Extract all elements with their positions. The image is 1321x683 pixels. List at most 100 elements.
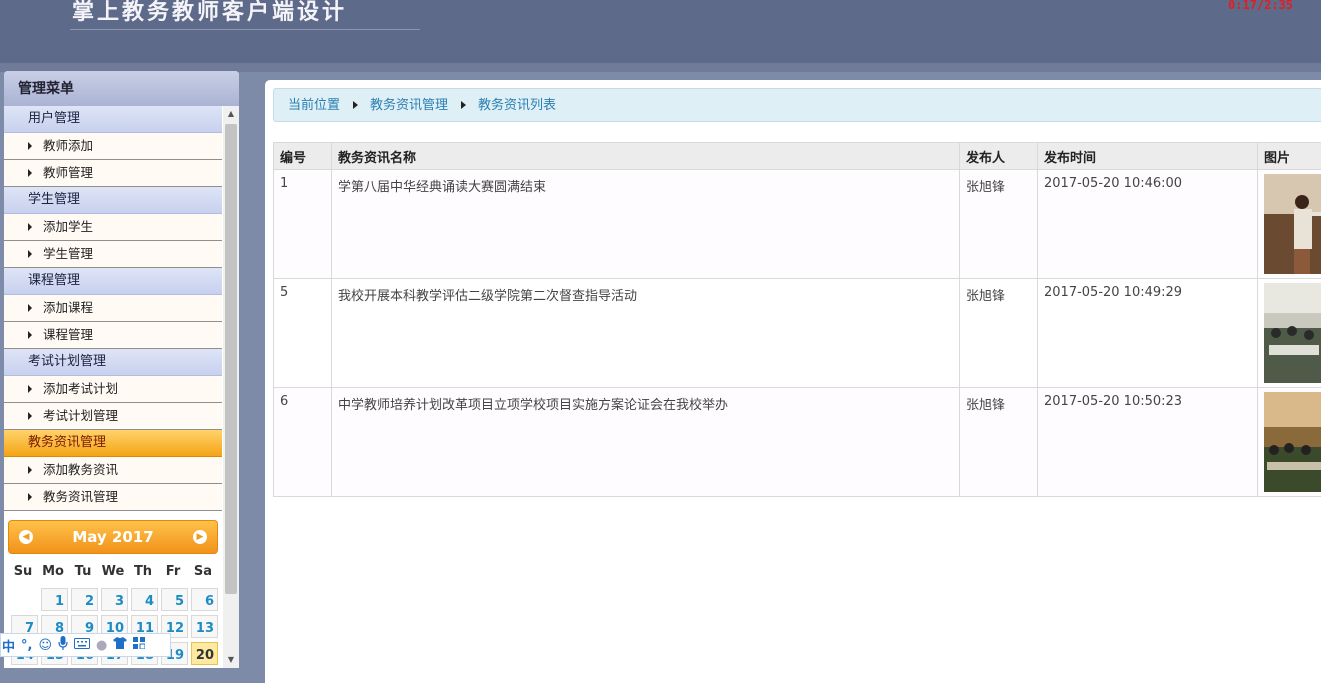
menu-item-add-student[interactable]: 添加学生 [4,214,222,241]
scroll-thumb[interactable] [225,124,237,594]
weekday-label: Sa [193,564,213,579]
calendar-day[interactable]: 3 [101,588,128,611]
menu-item-manage-news[interactable]: 教务资讯管理 [4,484,222,511]
table-row[interactable]: 6 中学教师培养计划改革项目立项学校项目实施方案论证会在我校举办 张旭锋 201… [273,387,1321,497]
menu-group-student[interactable]: 学生管理 [4,187,222,214]
menu-group-user[interactable]: 用户管理 [4,106,222,133]
menu-group-news[interactable]: 教务资讯管理 [4,430,222,457]
weekday-label: Fr [165,564,181,579]
sidebar: 管理菜单 用户管理 教师添加 教师管理 学生管理 添加学生 学生管理 课程管理 … [4,71,239,668]
col-header-id: 编号 [273,142,332,170]
triangle-right-icon [28,330,32,339]
cell-author: 张旭锋 [959,387,1038,497]
ime-punct-toggle[interactable]: °, [21,638,32,653]
breadcrumb-news-list[interactable]: 教务资讯列表 [478,98,556,113]
menu-item-add-teacher[interactable]: 教师添加 [4,133,222,160]
menu-group-course[interactable]: 课程管理 [4,268,222,295]
triangle-right-icon [28,303,32,312]
breadcrumb-home[interactable]: 当前位置 [288,98,340,113]
ime-lang-toggle[interactable]: 中 [2,636,15,655]
menu-group-exam[interactable]: 考试计划管理 [4,349,222,376]
cell-image [1257,278,1321,388]
calendar-day[interactable]: 1 [41,588,68,611]
triangle-right-icon [28,465,32,474]
table-row[interactable]: 1 学第八届中华经典诵读大赛圆满结束 张旭锋 2017-05-20 10:46:… [273,169,1321,279]
cell-image [1257,169,1321,279]
weekday-label: Mo [42,564,64,579]
breadcrumb-news-manage[interactable]: 教务资讯管理 [370,98,448,113]
calendar-day[interactable]: 5 [161,588,188,611]
ime-toolbar: 中 °, ☺ ● [0,633,171,657]
menu-item-label: 添加教务资讯 [43,462,119,477]
sidebar-scrollbar[interactable]: ▲ ▼ [223,106,239,668]
triangle-right-icon [28,384,32,393]
menu-item-label: 教师管理 [43,165,94,180]
calendar-day[interactable]: 13 [191,615,218,638]
cell-time: 2017-05-20 10:50:23 [1037,387,1258,497]
app-title: 掌上教务教师客户端设计 [72,0,348,25]
cell-title[interactable]: 我校开展本科教学评估二级学院第二次督查指导活动 [331,278,960,388]
menu-item-label: 添加学生 [43,219,94,234]
col-header-time: 发布时间 [1037,142,1258,170]
news-table: 编号 教务资讯名称 发布人 发布时间 图片 1 学第八届中华经典诵读大赛圆满结束… [273,142,1321,497]
menu-item-add-course[interactable]: 添加课程 [4,295,222,322]
chevron-left-icon[interactable]: ◀ [19,530,33,544]
weekday-label: Su [13,564,33,579]
menu-item-manage-exam[interactable]: 考试计划管理 [4,403,222,430]
menu-item-label: 教师添加 [43,138,94,153]
table-header-row: 编号 教务资讯名称 发布人 发布时间 图片 [273,142,1321,170]
menu-item-manage-student[interactable]: 学生管理 [4,241,222,268]
menu-item-manage-teacher[interactable]: 教师管理 [4,160,222,187]
calendar-day[interactable]: 20 [191,642,218,665]
triangle-right-icon [28,249,32,258]
grid-menu-icon[interactable] [133,637,146,653]
triangle-right-icon [353,100,359,109]
emoji-icon[interactable]: ☺ [38,638,52,653]
weekday-label: We [101,564,125,579]
news-thumbnail[interactable] [1264,174,1321,274]
chevron-right-icon[interactable]: ▶ [193,530,207,544]
calendar-header: ◀ May 2017 ▶ [8,520,218,554]
app-header: 掌上教务教师客户端设计 0:17/2:35 [0,0,1321,63]
cell-id: 1 [273,169,332,279]
cell-author: 张旭锋 [959,278,1038,388]
news-thumbnail[interactable] [1264,283,1321,383]
cell-title[interactable]: 学第八届中华经典诵读大赛圆满结束 [331,169,960,279]
scroll-down-icon[interactable]: ▼ [223,652,239,668]
triangle-right-icon [28,141,32,150]
calendar-month-label: May 2017 [72,528,154,546]
triangle-right-icon [28,168,32,177]
calendar-day[interactable]: 2 [71,588,98,611]
triangle-right-icon [28,492,32,501]
triangle-right-icon [28,222,32,231]
shirt-icon[interactable] [113,637,128,653]
keyboard-icon[interactable] [74,637,91,653]
scroll-up-icon[interactable]: ▲ [223,106,239,122]
menu-item-label: 添加考试计划 [43,381,119,396]
table-row[interactable]: 5 我校开展本科教学评估二级学院第二次督查指导活动 张旭锋 2017-05-20… [273,278,1321,388]
menu-item-label: 课程管理 [43,327,94,342]
user-icon[interactable]: ● [96,638,107,653]
calendar-day[interactable]: 4 [131,588,158,611]
weekday-label: Tu [74,564,92,579]
cell-title[interactable]: 中学教师培养计划改革项目立项学校项目实施方案论证会在我校举办 [331,387,960,497]
menu-item-manage-course[interactable]: 课程管理 [4,322,222,349]
menu-item-add-exam[interactable]: 添加考试计划 [4,376,222,403]
col-header-author: 发布人 [959,142,1038,170]
timer-readout: 0:17/2:35 [1227,0,1293,12]
menu-item-label: 学生管理 [43,246,94,261]
microphone-icon[interactable] [58,636,68,654]
cell-image [1257,387,1321,497]
cell-time: 2017-05-20 10:46:00 [1037,169,1258,279]
calendar-weekdays: Su Mo Tu We Th Fr Sa [8,564,218,579]
col-header-title: 教务资讯名称 [331,142,960,170]
menu-list: 用户管理 教师添加 教师管理 学生管理 添加学生 学生管理 课程管理 添加课程 … [4,106,222,511]
news-thumbnail[interactable] [1264,392,1321,492]
breadcrumb: 当前位置 教务资讯管理 教务资讯列表 [273,88,1321,122]
menu-item-label: 考试计划管理 [43,408,119,423]
menu-item-add-news[interactable]: 添加教务资讯 [4,457,222,484]
cell-id: 6 [273,387,332,497]
calendar-day[interactable]: 6 [191,588,218,611]
cell-time: 2017-05-20 10:49:29 [1037,278,1258,388]
menu-title: 管理菜单 [4,71,239,106]
